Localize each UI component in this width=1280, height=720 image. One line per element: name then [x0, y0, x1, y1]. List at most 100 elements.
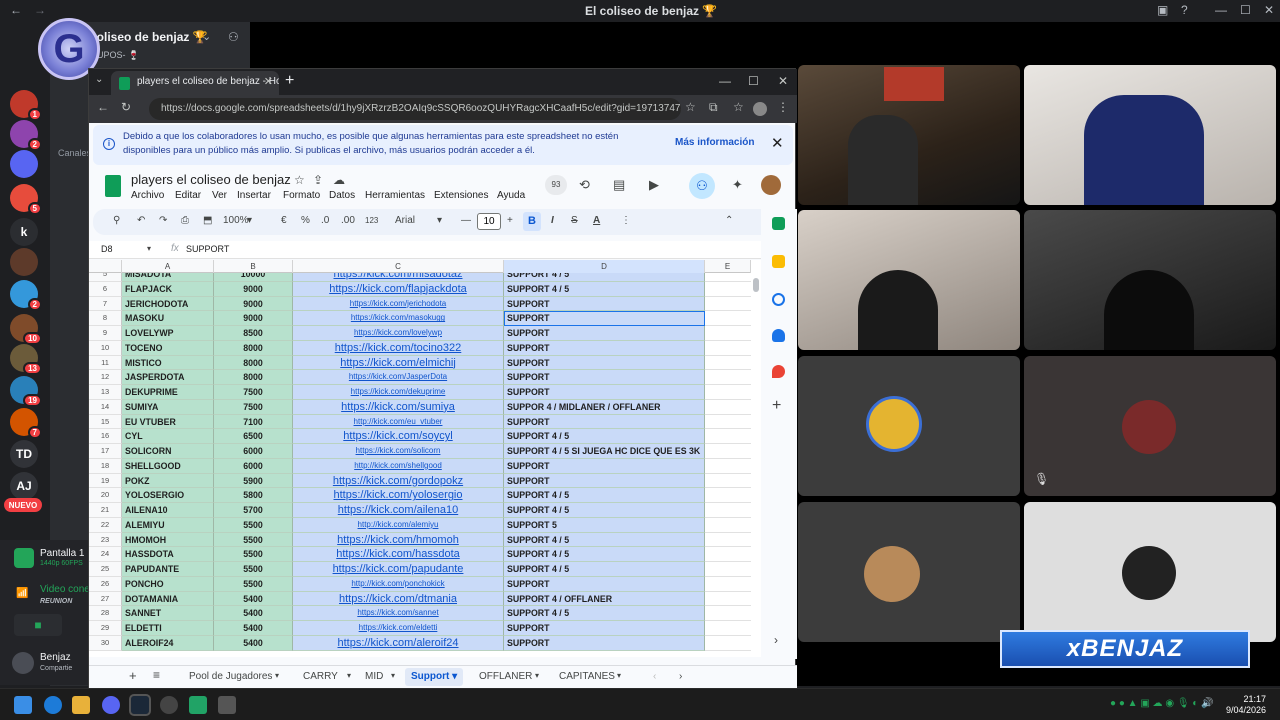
- cell-empty[interactable]: [705, 385, 751, 400]
- column-header-d[interactable]: D: [504, 260, 705, 273]
- cell-kick-link[interactable]: https://kick.com/sumiya: [293, 399, 504, 415]
- cell-mmr[interactable]: 6000: [214, 444, 293, 459]
- cell-kick-link[interactable]: https://kick.com/yolosergio: [293, 488, 504, 503]
- cell-role[interactable]: SUPPORT 4 / 5: [504, 606, 705, 621]
- cell-kick-link[interactable]: https://kick.com/flapjackdota: [293, 281, 504, 297]
- server-icon-aj[interactable]: AJ: [10, 472, 38, 500]
- undo-icon[interactable]: ↶: [137, 215, 145, 226]
- row-number[interactable]: 20: [89, 488, 122, 503]
- tab-pool-de-jugadores[interactable]: Pool de Jugadores: [189, 671, 272, 682]
- tab-offlaner[interactable]: OFFLANER: [479, 671, 532, 682]
- bold-button[interactable]: B: [523, 212, 541, 231]
- cell-kick-link[interactable]: https://kick.com/aleroif24: [293, 635, 504, 651]
- close-icon[interactable]: ✕: [778, 74, 788, 88]
- new-tab-icon[interactable]: +: [285, 72, 294, 90]
- cell-player-name[interactable]: SHELLGOOD: [122, 458, 214, 474]
- video-tile-off[interactable]: [1024, 502, 1276, 642]
- number-format-button[interactable]: 123: [365, 216, 378, 225]
- cell-player-name[interactable]: JASPERDOTA: [122, 370, 214, 385]
- tray-icons[interactable]: ● ● ▲ ▣ ☁ ◉ 🎙 ◐ 🔊: [1110, 698, 1214, 709]
- cell-player-name[interactable]: MASOKU: [122, 311, 214, 326]
- row-number[interactable]: 21: [89, 503, 122, 518]
- inbox-icon[interactable]: ▣: [1157, 3, 1168, 17]
- cell-mmr[interactable]: 8000: [214, 370, 293, 385]
- cell-empty[interactable]: [705, 635, 751, 651]
- cell-kick-link[interactable]: https://kick.com/masokugg: [293, 311, 504, 326]
- row-number[interactable]: 9: [89, 326, 122, 341]
- row-number[interactable]: 29: [89, 621, 122, 636]
- tab-support[interactable]: Support ▾: [405, 668, 464, 686]
- video-tile[interactable]: [1024, 210, 1276, 350]
- redo-icon[interactable]: ↷: [159, 215, 167, 226]
- cell-empty[interactable]: [705, 576, 751, 592]
- system-clock[interactable]: 21:17 9/04/2026: [1226, 694, 1266, 716]
- server-name[interactable]: coliseo de benjaz 🏆: [90, 30, 208, 44]
- cell-empty[interactable]: [705, 326, 751, 341]
- move-icon[interactable]: ⇪: [313, 173, 323, 187]
- row-number[interactable]: 22: [89, 517, 122, 533]
- cell-player-name[interactable]: SANNET: [122, 606, 214, 621]
- avatar[interactable]: [12, 652, 34, 674]
- chevron-down-icon[interactable]: ⌄: [202, 30, 211, 43]
- help-icon[interactable]: ?: [1181, 3, 1188, 17]
- cell-player-name[interactable]: DOTAMANIA: [122, 591, 214, 607]
- cell-empty[interactable]: [705, 414, 751, 430]
- cell-kick-link[interactable]: http://kick.com/eu_vtuber: [293, 414, 504, 430]
- server-icon-td[interactable]: TD: [10, 440, 38, 468]
- cell-kick-link[interactable]: https://kick.com/soycyl: [293, 429, 504, 444]
- server-icon[interactable]: 1: [10, 90, 42, 121]
- chevron-down-icon[interactable]: ▾: [347, 671, 351, 680]
- cell-mmr[interactable]: 5400: [214, 591, 293, 607]
- minimize-icon[interactable]: —: [719, 74, 731, 88]
- cell-role[interactable]: SUPPORT: [504, 296, 705, 312]
- cell-role[interactable]: SUPPORT: [504, 311, 705, 326]
- server-icon[interactable]: 13: [10, 344, 42, 375]
- cell-mmr[interactable]: 5900: [214, 473, 293, 489]
- server-icon[interactable]: [10, 248, 38, 276]
- server-icon[interactable]: 2: [10, 280, 42, 311]
- cell-empty[interactable]: [705, 606, 751, 621]
- menu-datos[interactable]: Datos: [329, 190, 355, 201]
- more-options-icon[interactable]: ⋮: [621, 215, 631, 226]
- vertical-scrollbar[interactable]: [751, 260, 761, 657]
- menu-icon[interactable]: ⋮: [777, 100, 789, 114]
- star-icon[interactable]: ☆: [294, 173, 305, 187]
- start-windows-icon[interactable]: [14, 696, 32, 714]
- discord-icon[interactable]: [102, 696, 120, 714]
- cell-role[interactable]: SUPPORT: [504, 621, 705, 636]
- camera-button[interactable]: ■: [14, 614, 62, 636]
- tab-carry[interactable]: CARRY: [303, 671, 338, 682]
- cell-role[interactable]: SUPPORT: [504, 370, 705, 385]
- column-header-c[interactable]: C: [293, 260, 504, 273]
- cell-mmr[interactable]: 5500: [214, 547, 293, 562]
- chevron-down-icon[interactable]: ▾: [147, 244, 151, 253]
- profile-avatar[interactable]: [753, 102, 767, 116]
- cell-mmr[interactable]: 9000: [214, 296, 293, 312]
- scroll-thumb[interactable]: [753, 278, 759, 292]
- cell-role[interactable]: SUPPORT: [504, 385, 705, 400]
- cell-player-name[interactable]: POKZ: [122, 473, 214, 489]
- menu-extensiones[interactable]: Extensiones: [434, 190, 488, 201]
- row-number[interactable]: 28: [89, 606, 122, 621]
- obs-icon[interactable]: [160, 696, 178, 714]
- cell-player-name[interactable]: JERICHODOTA: [122, 296, 214, 312]
- server-icon-k[interactable]: k: [10, 218, 38, 246]
- cell-mmr[interactable]: 5500: [214, 532, 293, 548]
- cell-role[interactable]: SUPPORT: [504, 458, 705, 474]
- cell-role[interactable]: SUPPORT: [504, 340, 705, 356]
- chevron-down-icon[interactable]: ▾: [275, 671, 279, 680]
- column-header-e[interactable]: E: [705, 260, 751, 273]
- cell-empty[interactable]: [705, 488, 751, 503]
- cell-player-name[interactable]: FLAPJACK: [122, 281, 214, 297]
- sheets-logo-icon[interactable]: [105, 175, 121, 197]
- cell-kick-link[interactable]: https://kick.com/papudante: [293, 562, 504, 577]
- spreadsheet-grid[interactable]: 5 MISADOTA 10000 https://kick.com/misadotaz…: [89, 260, 751, 657]
- cell-role[interactable]: SUPPORT: [504, 414, 705, 430]
- tab-capitanes[interactable]: CAPITANES: [559, 671, 615, 682]
- font-select[interactable]: Arial: [395, 215, 415, 226]
- menu-ayuda[interactable]: Ayuda: [497, 190, 525, 201]
- cell-player-name[interactable]: HASSDOTA: [122, 547, 214, 562]
- row-number[interactable]: 24: [89, 547, 122, 562]
- maximize-icon[interactable]: ☐: [1240, 3, 1251, 17]
- add-friend-icon[interactable]: ⚇: [228, 30, 239, 44]
